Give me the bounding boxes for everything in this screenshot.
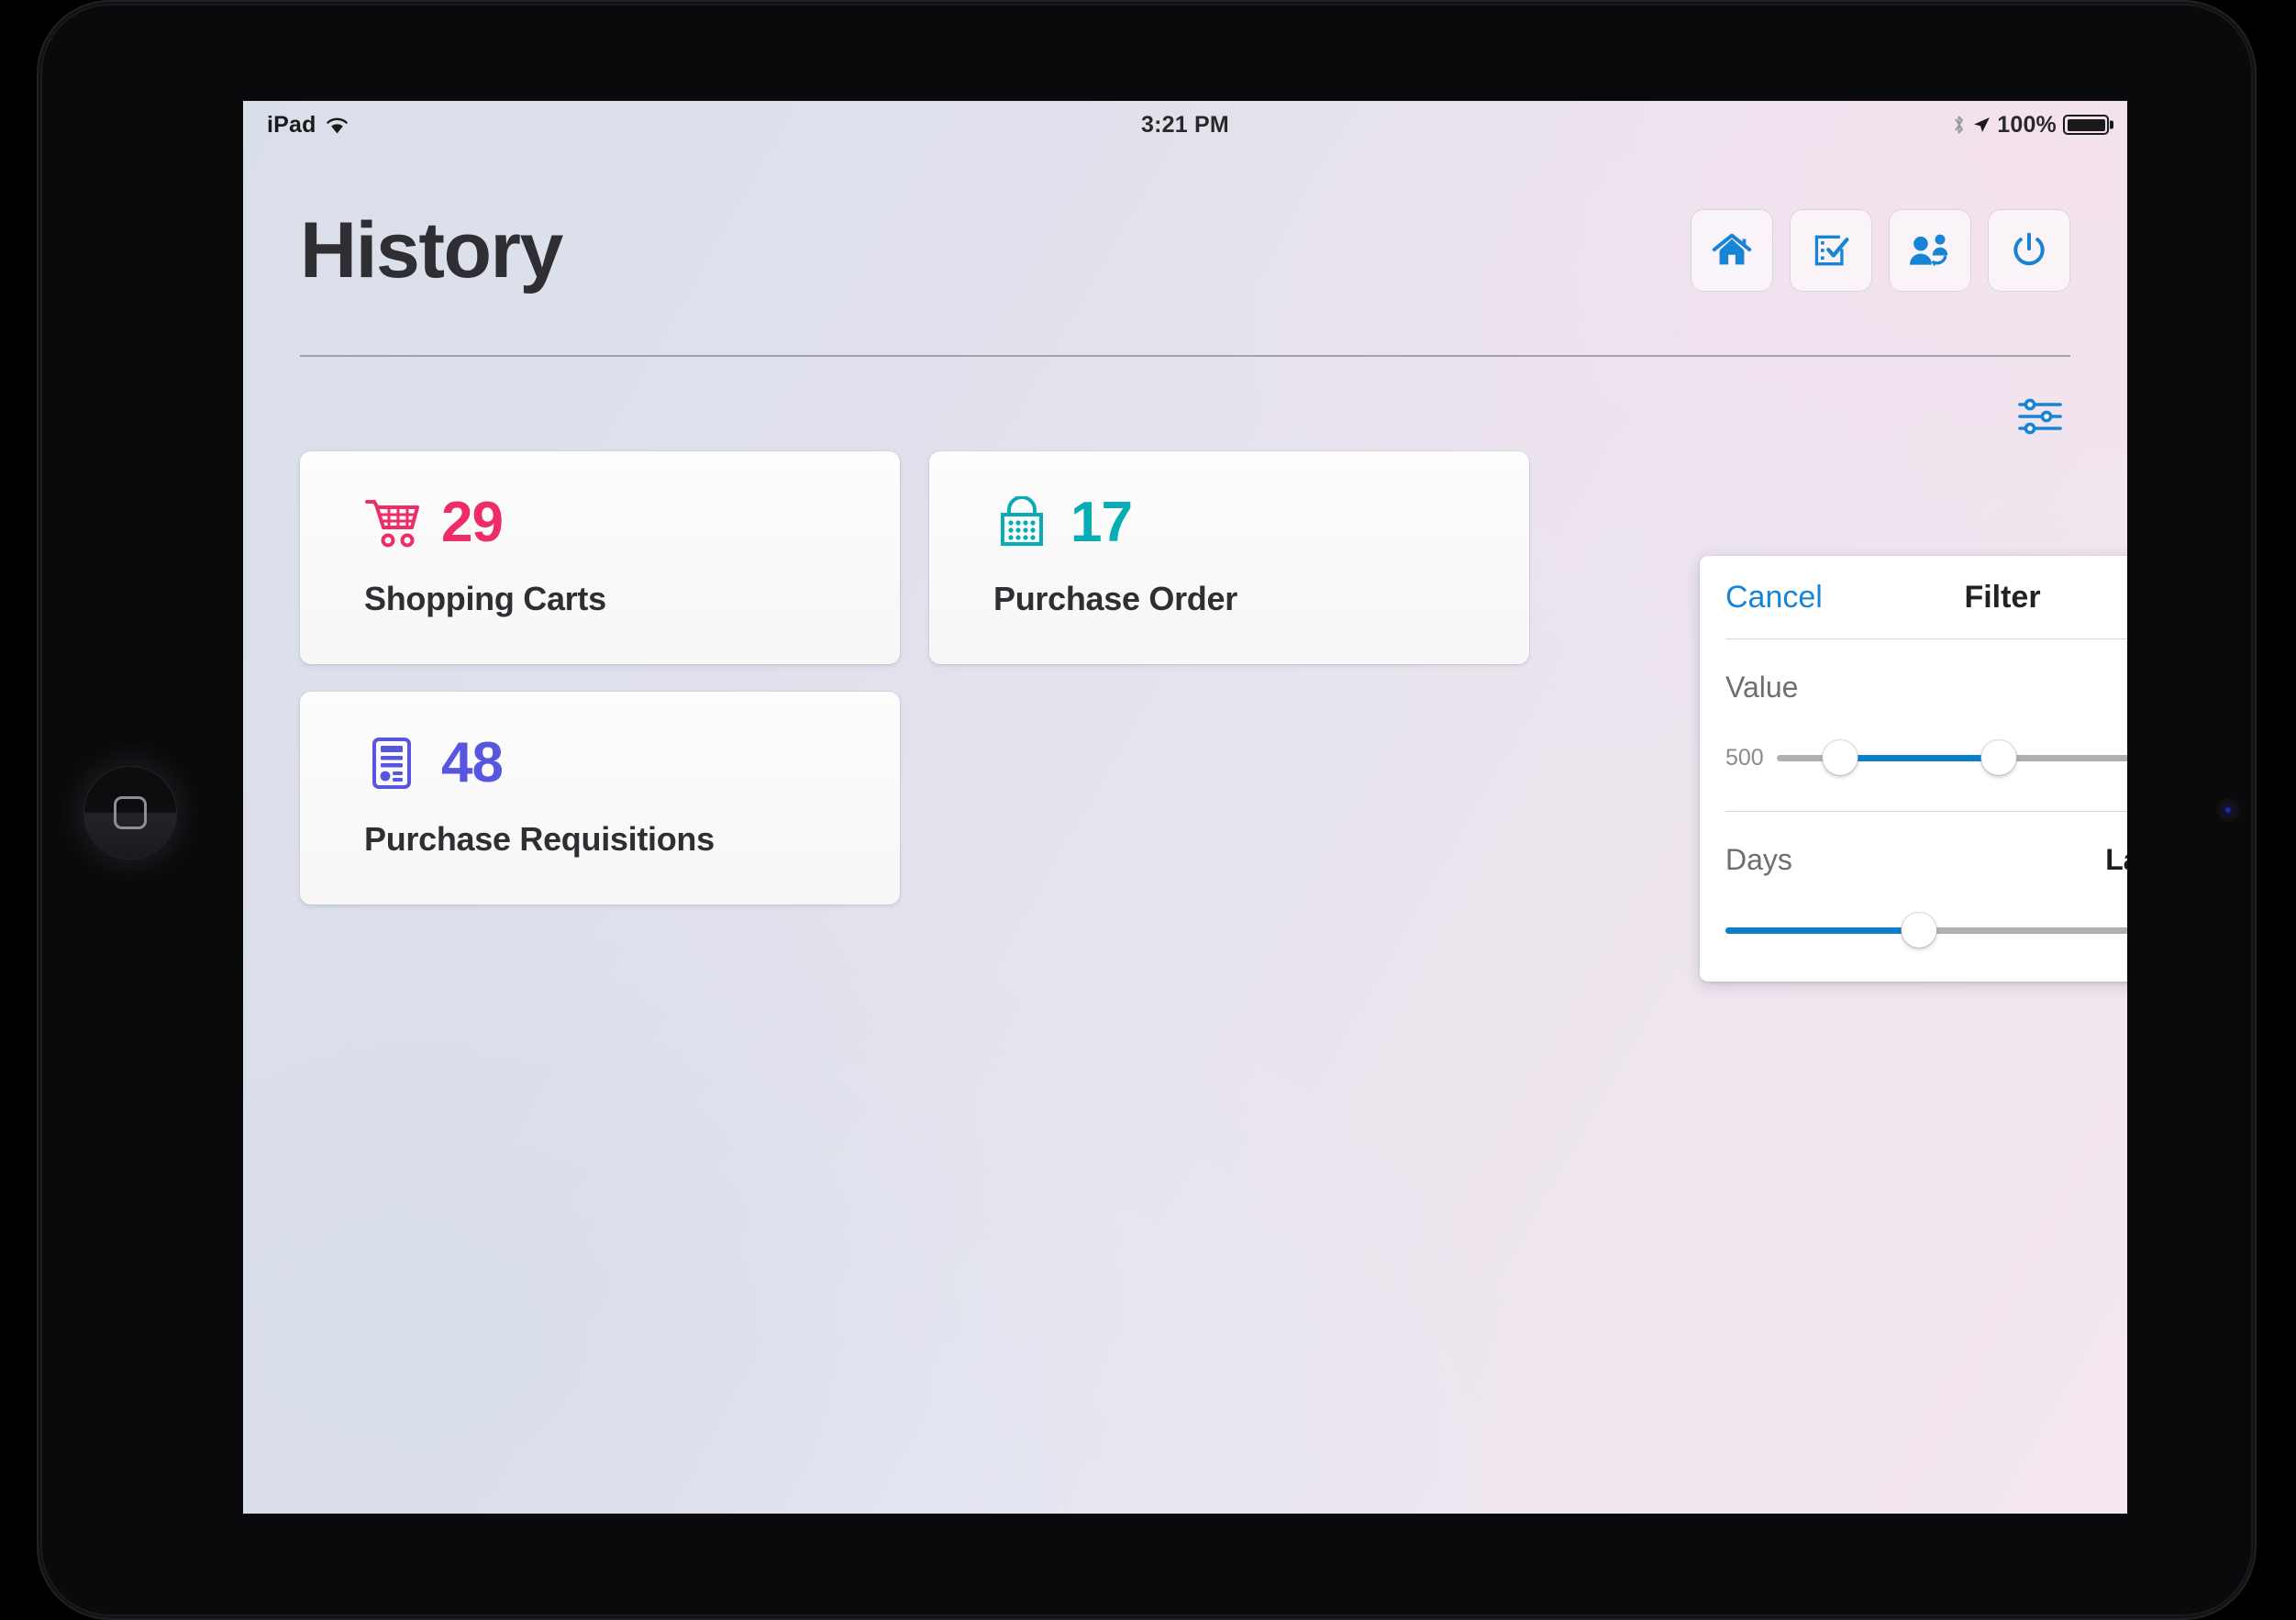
switch-user-icon bbox=[1908, 230, 1952, 271]
bluetooth-icon bbox=[1952, 114, 1966, 136]
status-time: 3:21 PM bbox=[1141, 111, 1229, 138]
filter-popover-header: Cancel Filter Done bbox=[1725, 556, 2127, 638]
battery-full-icon bbox=[2063, 115, 2109, 135]
document-requisition-icon bbox=[364, 735, 421, 792]
switch-user-button[interactable] bbox=[1889, 209, 1971, 292]
slider-fill bbox=[1839, 754, 1999, 761]
filter-row-label: Days bbox=[1725, 843, 1792, 876]
filter-row-days: Days Last 70 days bbox=[1725, 812, 2127, 950]
tile-count: 17 bbox=[1070, 491, 1133, 554]
shopping-cart-icon bbox=[364, 494, 421, 551]
power-icon bbox=[2009, 230, 2049, 271]
header-actions bbox=[1691, 209, 2070, 292]
slider-knob-lower[interactable] bbox=[1822, 740, 1858, 775]
filter-row-value: Last 70 days bbox=[2105, 843, 2127, 876]
summary-tiles: 29 Shopping Carts 17 Purchase Order 48 P… bbox=[300, 451, 1557, 904]
home-square-icon bbox=[114, 796, 147, 829]
filter-row-label: Value bbox=[1725, 671, 1799, 704]
home-icon bbox=[1711, 229, 1753, 272]
filter-toggle-button[interactable] bbox=[2010, 393, 2070, 444]
slider-track[interactable] bbox=[1776, 740, 2127, 775]
filter-row-header: Value 10k to 60k bbox=[1725, 671, 2127, 705]
filter-row-value: Value 10k to 60k 500 90k bbox=[1725, 639, 2127, 778]
tile-purchase-order[interactable]: 17 Purchase Order bbox=[929, 451, 1529, 664]
battery-percent-label: 100% bbox=[1997, 111, 2057, 138]
header-divider bbox=[300, 355, 2070, 357]
filter-popover: Cancel Filter Done bbox=[1700, 556, 2127, 982]
checklist-icon bbox=[1811, 230, 1851, 271]
tile-shopping-carts[interactable]: 29 Shopping Carts bbox=[300, 451, 900, 664]
shopping-basket-icon bbox=[993, 494, 1050, 551]
tile-count: 48 bbox=[441, 731, 504, 794]
page-title: History bbox=[300, 206, 563, 294]
sliders-icon bbox=[2016, 396, 2064, 441]
front-camera bbox=[2216, 798, 2240, 822]
tile-top-row: 48 bbox=[364, 728, 900, 798]
tile-top-row: 29 bbox=[364, 488, 900, 558]
tile-purchase-requisitions[interactable]: 48 Purchase Requisitions bbox=[300, 692, 900, 904]
slider-knob-upper[interactable] bbox=[1980, 740, 2016, 775]
tile-label: Purchase Requisitions bbox=[364, 820, 715, 858]
hardware-home-button[interactable] bbox=[84, 767, 176, 859]
ipad-device-frame: iPad 3:21 PM 100% History 29 Shopping Ca… bbox=[37, 0, 2257, 1620]
status-bar-right: 100% bbox=[1952, 112, 2109, 139]
ipad-screen: iPad 3:21 PM 100% History 29 Shopping Ca… bbox=[243, 101, 2127, 1514]
days-slider[interactable] bbox=[1725, 910, 2127, 950]
slider-min-label: 500 bbox=[1725, 744, 1764, 771]
location-arrow-icon bbox=[1972, 116, 1991, 134]
tile-top-row: 17 bbox=[993, 488, 1529, 558]
cancel-button[interactable]: Cancel bbox=[1725, 580, 1823, 616]
tile-label: Purchase Order bbox=[993, 580, 1237, 617]
slider-track[interactable] bbox=[1725, 913, 2127, 948]
page-header: History bbox=[300, 209, 2070, 292]
value-range-slider[interactable]: 500 90k bbox=[1725, 738, 2127, 778]
row-spacer bbox=[1725, 778, 2127, 811]
home-button[interactable] bbox=[1691, 209, 1773, 292]
status-bar-center: 3:21 PM bbox=[243, 112, 2127, 139]
tasks-button[interactable] bbox=[1790, 209, 1872, 292]
power-button[interactable] bbox=[1988, 209, 2070, 292]
status-bar: iPad 3:21 PM 100% bbox=[243, 101, 2127, 149]
filter-row-header: Days Last 70 days bbox=[1725, 843, 2127, 877]
tile-label: Shopping Carts bbox=[364, 580, 606, 617]
slider-fill bbox=[1725, 927, 1920, 934]
slider-knob[interactable] bbox=[1902, 913, 1937, 948]
tile-count: 29 bbox=[441, 491, 504, 554]
